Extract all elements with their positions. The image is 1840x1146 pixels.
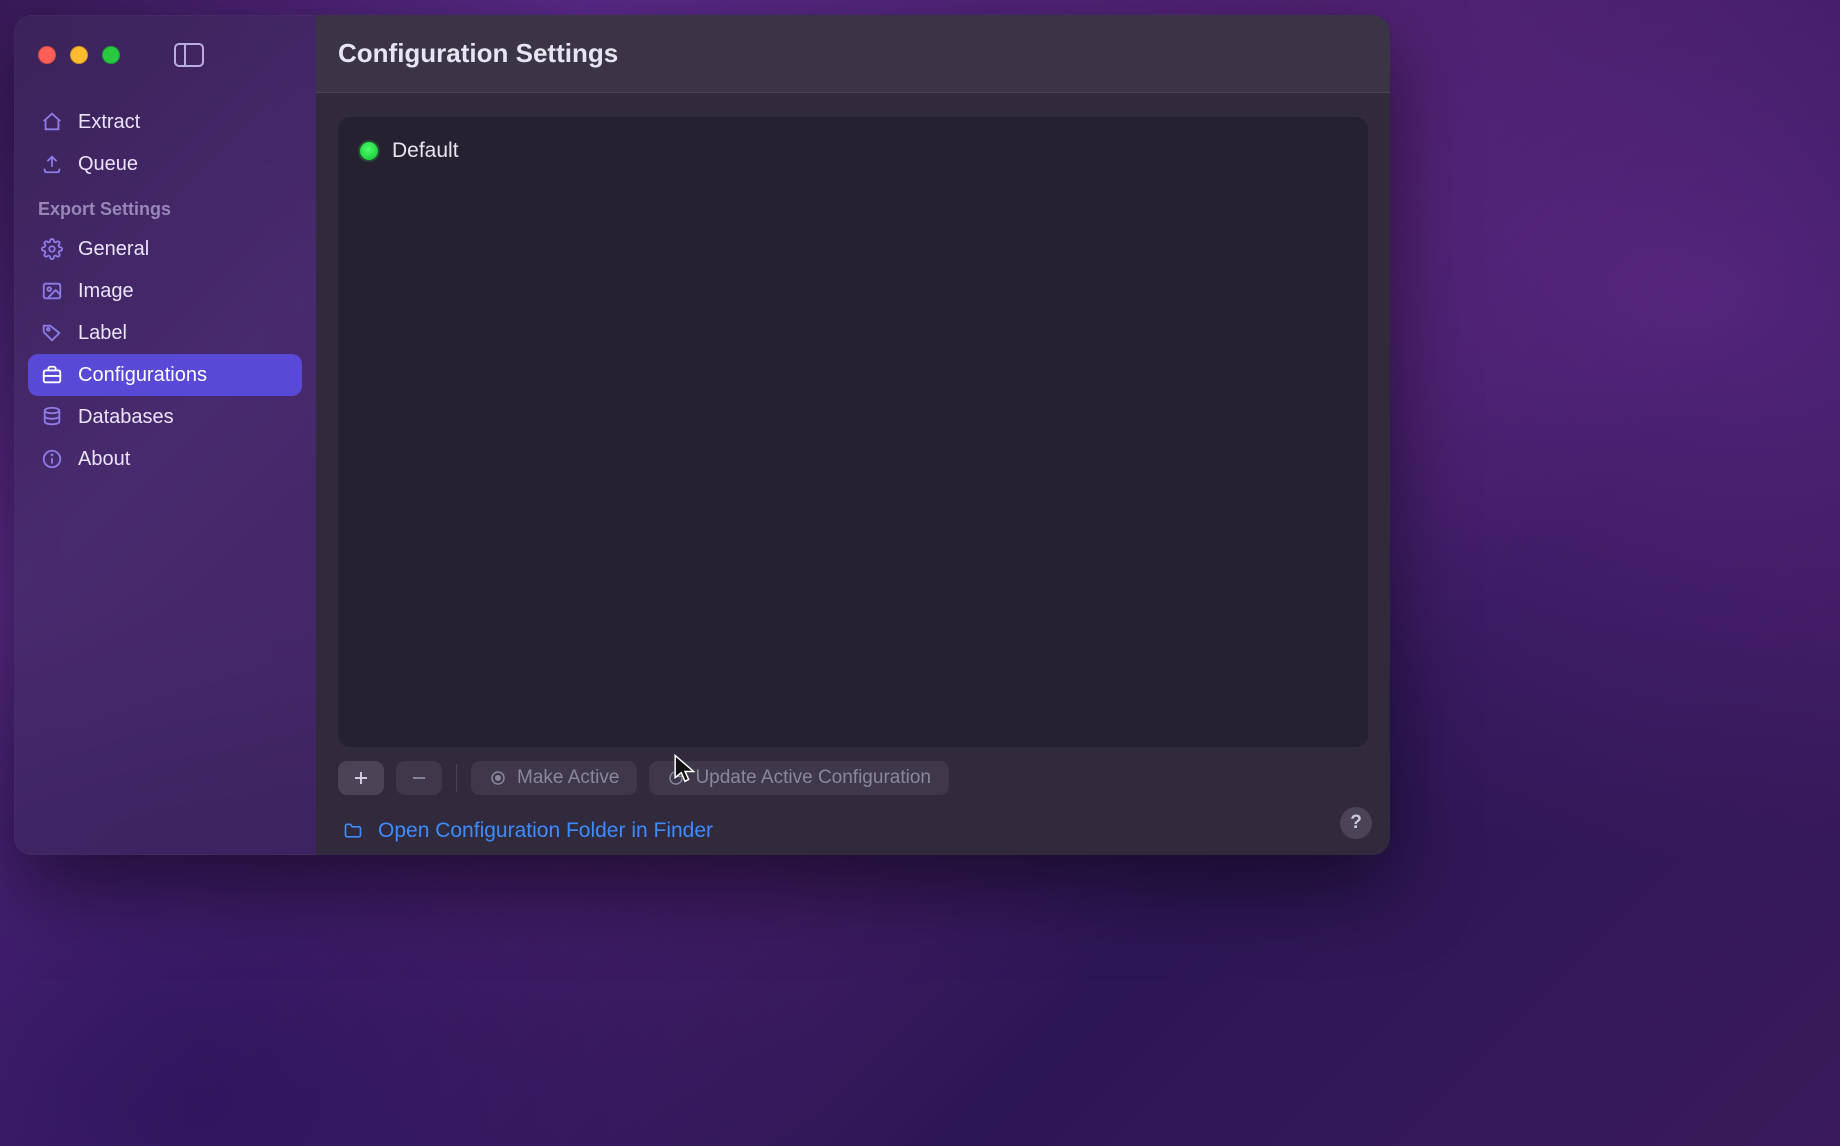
content-area: Default xyxy=(316,93,1390,855)
sidebar-item-image[interactable]: Image xyxy=(28,270,302,312)
main-panel: Configuration Settings Default xyxy=(316,15,1390,855)
open-folder-link[interactable]: Open Configuration Folder in Finder xyxy=(338,795,1368,843)
plus-icon xyxy=(352,769,370,787)
upload-icon xyxy=(40,152,64,176)
titlebar-left xyxy=(14,27,316,83)
sidebar-item-configurations[interactable]: Configurations xyxy=(28,354,302,396)
sidebar-item-databases[interactable]: Databases xyxy=(28,396,302,438)
sidebar-item-about[interactable]: About xyxy=(28,438,302,480)
sidebar-item-extract[interactable]: Extract xyxy=(28,101,302,143)
configuration-row[interactable]: Default xyxy=(360,135,1346,167)
sidebar-item-label-text: Label xyxy=(78,322,127,345)
tag-icon xyxy=(40,321,64,345)
link-label: Open Configuration Folder in Finder xyxy=(378,819,713,843)
sidebar-item-general[interactable]: General xyxy=(28,228,302,270)
sidebar-item-label: Extract xyxy=(78,111,140,134)
sidebar: Extract Queue Export Settings General I xyxy=(14,15,316,855)
toggle-sidebar-button[interactable] xyxy=(172,41,206,69)
sidebar-icon xyxy=(174,43,204,67)
sidebar-nav: Extract Queue Export Settings General I xyxy=(14,83,316,480)
titlebar-main: Configuration Settings xyxy=(316,15,1390,93)
sidebar-item-label: Configurations xyxy=(78,364,207,387)
refresh-icon xyxy=(667,769,685,787)
sidebar-item-label: About xyxy=(78,448,130,471)
home-icon xyxy=(40,110,64,134)
app-window: Extract Queue Export Settings General I xyxy=(14,15,1390,855)
sidebar-item-queue[interactable]: Queue xyxy=(28,143,302,185)
sidebar-item-label[interactable]: Label xyxy=(28,312,302,354)
sidebar-section-label: Export Settings xyxy=(28,185,302,228)
page-title: Configuration Settings xyxy=(338,38,618,69)
toolbar-separator xyxy=(456,764,457,792)
help-label: ? xyxy=(1350,812,1362,834)
minimize-window-button[interactable] xyxy=(70,46,88,64)
folder-icon xyxy=(342,821,364,841)
help-button[interactable]: ? xyxy=(1340,807,1372,839)
update-active-configuration-button[interactable]: Update Active Configuration xyxy=(649,761,949,795)
sidebar-item-label: Queue xyxy=(78,153,138,176)
configuration-name: Default xyxy=(392,139,459,163)
gear-icon xyxy=(40,237,64,261)
sidebar-item-label: Databases xyxy=(78,406,174,429)
configurations-toolbar: Make Active Update Active Configuration xyxy=(338,747,1368,795)
image-icon xyxy=(40,279,64,303)
sidebar-item-label: Image xyxy=(78,280,134,303)
close-window-button[interactable] xyxy=(38,46,56,64)
add-configuration-button[interactable] xyxy=(338,761,384,795)
make-active-button[interactable]: Make Active xyxy=(471,761,637,795)
briefcase-icon xyxy=(40,363,64,387)
info-icon xyxy=(40,447,64,471)
button-label: Update Active Configuration xyxy=(695,767,931,789)
window-controls xyxy=(38,46,120,64)
remove-configuration-button[interactable] xyxy=(396,761,442,795)
button-label: Make Active xyxy=(517,767,619,789)
sidebar-item-label: General xyxy=(78,238,149,261)
active-indicator-icon xyxy=(360,142,378,160)
minus-icon xyxy=(410,769,428,787)
record-icon xyxy=(489,769,507,787)
zoom-window-button[interactable] xyxy=(102,46,120,64)
database-icon xyxy=(40,405,64,429)
configurations-list[interactable]: Default xyxy=(338,117,1368,747)
